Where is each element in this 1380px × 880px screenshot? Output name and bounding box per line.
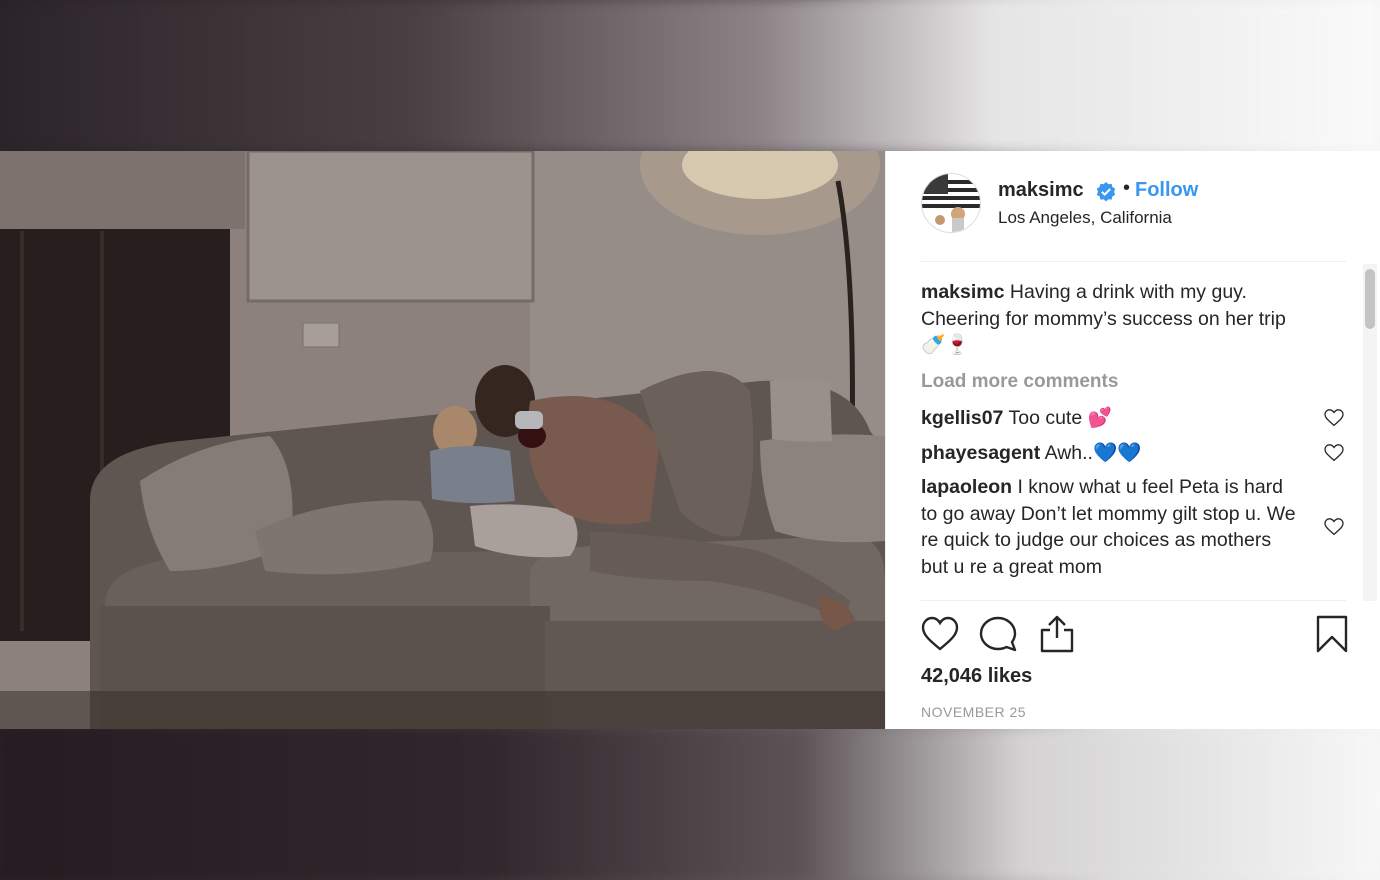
comment-username[interactable]: phayesagent [921,442,1040,464]
likes-count[interactable]: 42,046 likes [921,665,1032,688]
location-link[interactable]: Los Angeles, California [998,208,1172,228]
comment-text: Too cute 💕 [1008,407,1112,429]
comments-section: maksimc Having a drink with my guy. Chee… [921,279,1346,599]
blurred-backdrop-bottom [0,729,1380,880]
header-divider [921,261,1346,262]
header-separator: • [1123,177,1131,199]
blurred-backdrop-top [0,0,1380,151]
post-date[interactable]: NOVEMBER 25 [921,704,1026,720]
flag-avatar-icon [922,174,980,232]
actions-divider [921,600,1346,601]
heart-icon[interactable] [1324,518,1344,536]
follow-button[interactable]: Follow [1135,179,1198,202]
comment-item: lapaoleon I know what u feel Peta is har… [921,474,1346,580]
bookmark-icon[interactable] [1313,615,1351,653]
heart-icon[interactable] [1324,443,1344,462]
comments-scrollbar-thumb[interactable] [1365,269,1375,329]
comment-icon[interactable] [979,615,1017,653]
comment-username[interactable]: lapaoleon [921,476,1012,498]
comment-item: kgellis07 Too cute 💕 [921,405,1346,432]
caption-username[interactable]: maksimc [921,281,1004,303]
post-header: maksimc • Follow Los Angeles, California [921,173,1346,235]
profile-avatar[interactable] [921,173,981,233]
comment-text: Awh..💙💙 [1044,441,1142,464]
post-sidebar: maksimc • Follow Los Angeles, California… [885,151,1380,729]
verified-badge-icon [1096,182,1116,202]
action-bar [921,615,1351,655]
photo-illustration [0,151,885,729]
username-link[interactable]: maksimc [998,179,1084,202]
post-photo [0,151,885,729]
comment-item: phayesagent Awh..💙💙 [921,440,1346,467]
heart-icon[interactable] [1324,409,1344,427]
load-more-comments-button[interactable]: Load more comments [921,369,1346,396]
comment-username[interactable]: kgellis07 [921,407,1003,429]
caption: maksimc Having a drink with my guy. Chee… [921,279,1346,359]
share-icon[interactable] [1038,615,1076,653]
heart-icon[interactable] [921,615,959,653]
instagram-post: maksimc • Follow Los Angeles, California… [0,151,1380,729]
